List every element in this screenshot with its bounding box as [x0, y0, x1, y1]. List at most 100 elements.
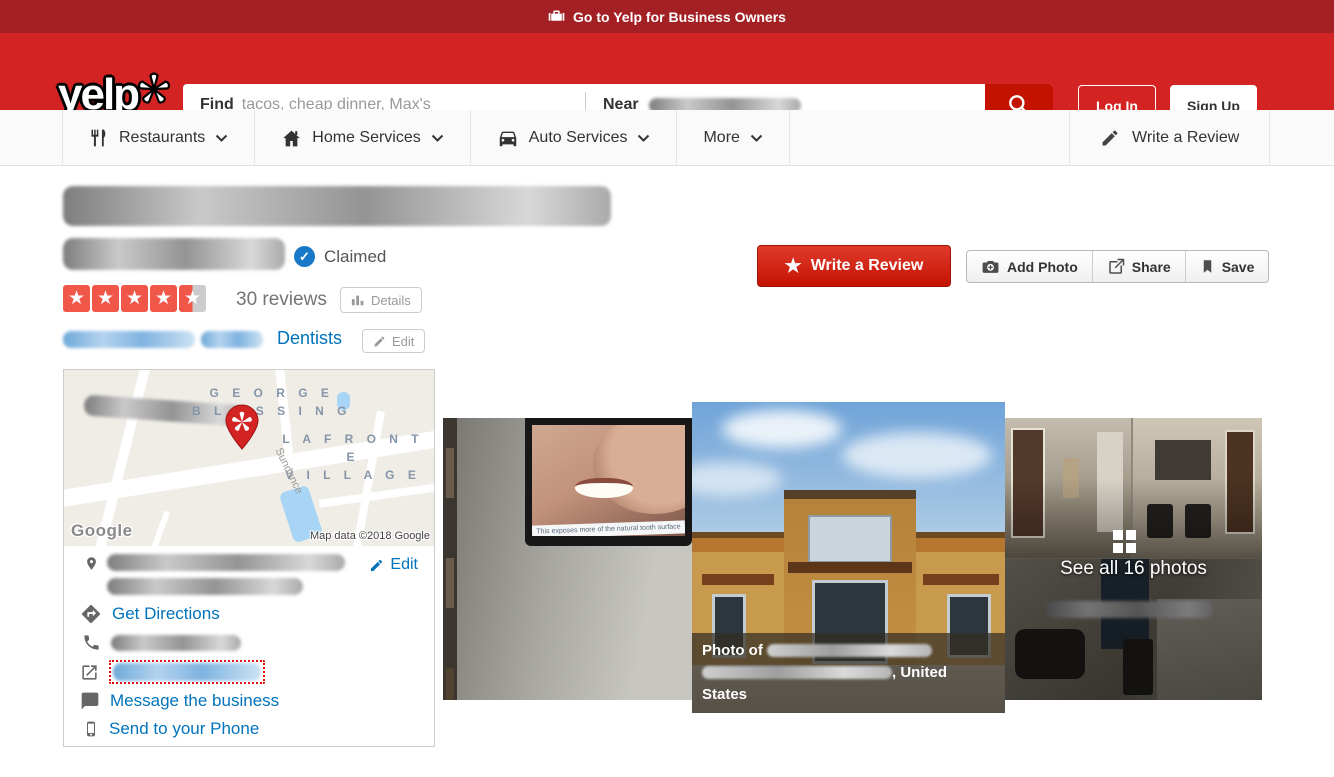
- see-all-photos-label[interactable]: See all 16 photos: [1005, 558, 1262, 580]
- star-icon: ★: [63, 285, 90, 312]
- star-icon: ★: [150, 285, 177, 312]
- category-link-dentists[interactable]: Dentists: [277, 328, 342, 349]
- details-button[interactable]: Details: [340, 287, 422, 313]
- details-label: Details: [371, 293, 411, 308]
- pencil-icon: [369, 558, 384, 573]
- directions-icon: [80, 603, 102, 625]
- message-business-link: Message the business: [110, 691, 279, 711]
- photo-left-tv[interactable]: This exposes more of the natural tooth s…: [443, 418, 692, 700]
- send-to-phone-link: Send to your Phone: [109, 719, 259, 739]
- website-link-redacted: [109, 660, 265, 684]
- tv-screen-photo: This exposes more of the natural tooth s…: [525, 418, 692, 546]
- business-name-redacted-line2: [63, 238, 285, 270]
- category-edit-button[interactable]: Edit: [362, 329, 425, 353]
- edit-label: Edit: [392, 334, 414, 349]
- address-redacted-line1: [107, 554, 345, 571]
- share-button[interactable]: Share: [1093, 251, 1186, 282]
- briefcase-icon: [548, 8, 565, 25]
- banner-label: Go to Yelp for Business Owners: [573, 9, 786, 25]
- category-redacted-2: [201, 331, 263, 348]
- site-header: yelp Find Near: [0, 33, 1334, 110]
- address-redacted-line2: [107, 578, 303, 595]
- nav-item-label: Auto Services: [529, 129, 628, 147]
- star-icon: ★: [785, 255, 802, 278]
- send-to-phone-row[interactable]: Send to your Phone: [83, 719, 259, 739]
- pencil-icon: [1100, 128, 1120, 148]
- wall-frames: [443, 418, 457, 700]
- nav-item-restaurants[interactable]: Restaurants: [62, 110, 255, 166]
- building-sign: [808, 515, 892, 563]
- map-area-label: G E O R G E B L E S S I N G: [192, 384, 351, 420]
- phone-icon: [82, 633, 101, 652]
- claimed-label: Claimed: [324, 247, 386, 267]
- yelp-business-page: Go to Yelp for Business Owners yelp: [0, 0, 1334, 777]
- cloud: [842, 432, 992, 478]
- star-icon: ★: [92, 285, 119, 312]
- category-redacted-1: [63, 331, 195, 348]
- nav-item-auto-services[interactable]: Auto Services: [471, 110, 678, 166]
- save-label: Save: [1222, 259, 1255, 275]
- cloud: [722, 410, 842, 448]
- nav-item-label: Restaurants: [119, 129, 205, 147]
- caption-business-redacted: [767, 644, 932, 657]
- photo-collage-see-all[interactable]: See all 16 photos: [1005, 418, 1262, 700]
- action-button-group: Add Photo Share Save: [966, 250, 1269, 283]
- review-count[interactable]: 30 reviews: [236, 289, 327, 311]
- map-pin-icon[interactable]: [222, 403, 262, 453]
- nav-item-label: Home Services: [312, 129, 420, 147]
- caption-location-redacted: [702, 666, 892, 679]
- camera-icon: [981, 257, 1000, 276]
- add-photo-button[interactable]: Add Photo: [967, 251, 1093, 282]
- awning: [702, 574, 774, 585]
- map-road: [144, 511, 170, 546]
- awning: [923, 574, 999, 585]
- auto-services-icon: [497, 127, 519, 149]
- caption-suffix-2: States: [702, 686, 747, 703]
- chevron-down-icon: [750, 134, 763, 143]
- caption-prefix: Photo of: [702, 642, 763, 659]
- google-logo[interactable]: Google: [71, 521, 133, 541]
- tv-caption-text: This exposes more of the natural tooth s…: [532, 520, 685, 536]
- add-photo-label: Add Photo: [1007, 259, 1078, 275]
- business-owners-banner[interactable]: Go to Yelp for Business Owners: [0, 0, 1334, 33]
- restaurants-icon: [89, 128, 109, 148]
- awning: [788, 562, 912, 573]
- edit-label: Edit: [390, 556, 418, 574]
- map[interactable]: G E O R G E B L E S S I N G L A F R O N …: [64, 370, 434, 546]
- chevron-down-icon: [215, 134, 228, 143]
- bar-chart-icon: [351, 293, 365, 307]
- address-edit-link[interactable]: Edit: [369, 556, 418, 574]
- website-row[interactable]: [80, 660, 265, 684]
- business-info-card: G E O R G E B L E S S I N G L A F R O N …: [63, 369, 435, 747]
- pencil-icon: [373, 335, 386, 348]
- business-name-redacted-line1: [63, 186, 611, 226]
- half-star-icon: ★: [179, 285, 206, 312]
- caption-suffix: , United: [892, 664, 947, 681]
- external-link-icon: [80, 663, 99, 682]
- message-business-row[interactable]: Message the business: [80, 691, 279, 711]
- map-road: [319, 480, 434, 507]
- claimed-check-icon: ✓: [294, 246, 315, 267]
- chevron-down-icon: [637, 134, 650, 143]
- location-pin-icon: [84, 554, 99, 573]
- photo-caption: Photo of , United States: [692, 633, 1005, 713]
- claimed-badge[interactable]: ✓ Claimed: [294, 246, 386, 267]
- home-services-icon: [281, 128, 302, 149]
- nav-write-review[interactable]: Write a Review: [1069, 110, 1270, 166]
- save-button[interactable]: Save: [1186, 251, 1269, 282]
- photo-grid-icon: [1113, 530, 1136, 553]
- star-rating: ★ ★ ★ ★ ★: [63, 285, 206, 312]
- nav-item-more[interactable]: More: [677, 110, 789, 166]
- share-label: Share: [1132, 259, 1171, 275]
- cloud: [692, 462, 782, 496]
- get-directions-row[interactable]: Get Directions: [80, 603, 220, 625]
- phone-row: [82, 633, 241, 652]
- nav-write-review-label: Write a Review: [1132, 129, 1239, 147]
- star-icon: ★: [121, 285, 148, 312]
- mobile-phone-icon: [83, 719, 99, 739]
- write-review-button[interactable]: ★ Write a Review: [757, 245, 951, 287]
- nav-item-home-services[interactable]: Home Services: [255, 110, 470, 166]
- bookmark-icon: [1200, 258, 1215, 275]
- map-attribution: Map data ©2018 Google: [310, 530, 430, 542]
- photo-main-building[interactable]: Photo of , United States: [692, 402, 1005, 713]
